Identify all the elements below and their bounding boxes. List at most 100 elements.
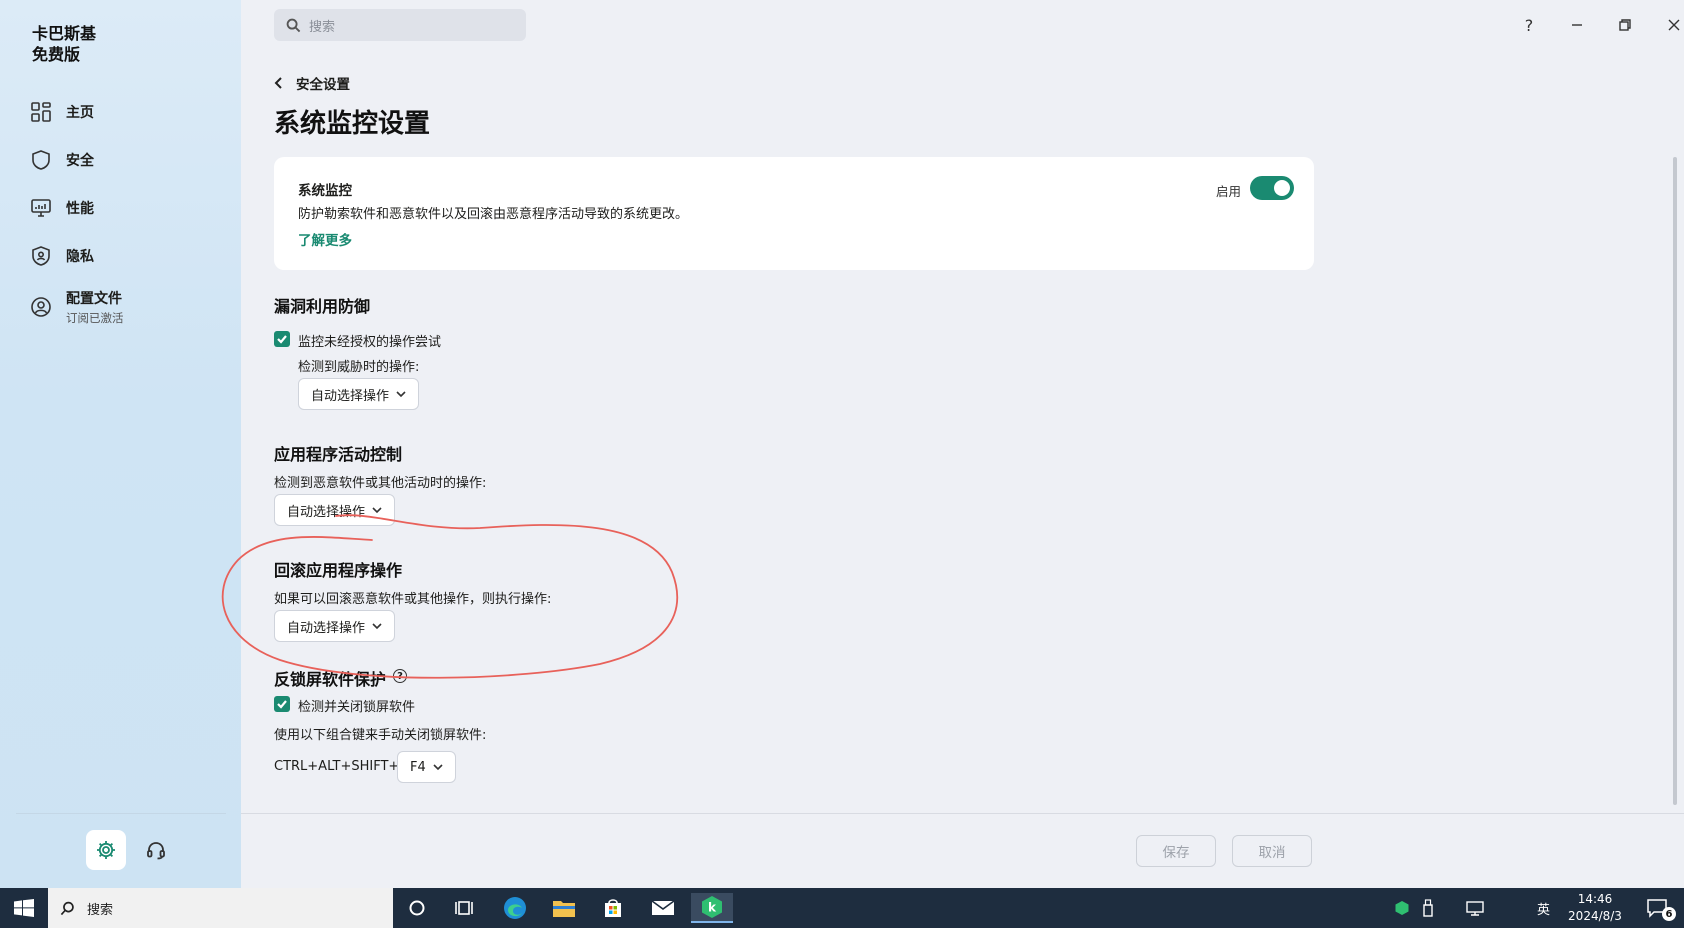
combo-prefix: CTRL+ALT+SHIFT+	[274, 759, 400, 774]
clock-time: 14:46	[1577, 892, 1613, 906]
search-input[interactable]: 搜索	[274, 9, 526, 41]
sidebar-divider	[16, 813, 226, 814]
sidebar-item-label: 隐私	[66, 249, 94, 265]
dropdown-value: 自动选择操作	[287, 504, 366, 520]
mail-icon[interactable]	[642, 893, 684, 923]
settings-button[interactable]	[86, 830, 126, 870]
task-view-icon[interactable]	[443, 893, 485, 923]
file-explorer-icon[interactable]	[543, 893, 585, 923]
store-icon[interactable]	[592, 893, 634, 923]
restore-button[interactable]	[1610, 12, 1640, 38]
support-button[interactable]	[136, 830, 176, 870]
windows-start-icon[interactable]	[14, 899, 34, 917]
main-content: 搜索 ? 安全设置 系统监控设置 系统监控 防护勒索软件和恶意软件以及回滚由恶意…	[241, 0, 1684, 888]
check-icon	[277, 335, 287, 344]
chevron-down-icon	[396, 391, 406, 398]
scrollbar[interactable]	[1673, 157, 1677, 805]
monitor-icon	[28, 195, 54, 221]
sidebar-item-performance[interactable]: 性能	[28, 184, 228, 232]
dropdown-value: 自动选择操作	[311, 388, 390, 404]
sidebar-item-label: 性能	[66, 201, 94, 217]
taskbar-clock[interactable]: 14:46 2024/8/3	[1560, 891, 1630, 925]
help-label: ?	[1524, 15, 1534, 35]
taskbar: 搜索 k 英 14:46 2024/8/3 6	[0, 888, 1684, 928]
notification-icon[interactable]: 6	[1637, 893, 1677, 923]
shield-icon	[28, 147, 54, 173]
sidebar-item-label: 配置文件 订阅已激活	[66, 288, 124, 326]
save-button[interactable]: 保存	[1136, 835, 1216, 867]
anti-locker-heading: 反锁屏软件保护	[274, 670, 387, 689]
learn-more-link[interactable]: 了解更多	[298, 229, 352, 249]
check-icon	[277, 700, 287, 709]
kaspersky-tray-icon[interactable]	[1389, 893, 1415, 923]
help-button[interactable]: ?	[1514, 12, 1544, 38]
card-description: 防护勒索软件和恶意软件以及回滚由恶意程序活动导致的系统更改。	[298, 207, 689, 222]
combo-label: 使用以下组合键来手动关闭锁屏软件:	[274, 728, 487, 743]
app-control-action-dropdown[interactable]: 自动选择操作	[274, 494, 396, 526]
exploit-action-label: 检测到威胁时的操作:	[298, 360, 420, 375]
chevron-down-icon	[372, 623, 382, 630]
taskbar-search-input[interactable]: 搜索	[48, 888, 393, 928]
anti-locker-checkbox[interactable]	[274, 696, 290, 712]
dropdown-value: F4	[410, 759, 426, 775]
sidebar-nav: 主页 安全 性能 隐私 配置文件 订阅已激活	[28, 88, 228, 334]
exploit-checkbox[interactable]	[274, 331, 290, 347]
sidebar-item-security[interactable]: 安全	[28, 136, 228, 184]
close-button[interactable]	[1659, 12, 1684, 38]
sidebar-item-privacy[interactable]: 隐私	[28, 232, 228, 280]
gear-icon	[97, 841, 115, 859]
app-control-action-label: 检测到恶意软件或其他活动时的操作:	[274, 476, 487, 491]
sidebar-item-label: 主页	[66, 105, 94, 121]
kaspersky-app-icon[interactable]: k	[691, 893, 733, 923]
minimize-icon	[1572, 24, 1582, 26]
restore-icon	[1619, 19, 1631, 31]
edge-browser-icon[interactable]	[494, 893, 536, 923]
anti-locker-checkbox-label: 检测并关闭锁屏软件	[298, 700, 416, 715]
taskbar-search-text: 搜索	[87, 902, 114, 918]
toggle-label: 启用	[1216, 184, 1242, 199]
notification-count: 6	[1662, 907, 1676, 921]
system-monitor-card: 系统监控 防护勒索软件和恶意软件以及回滚由恶意程序活动导致的系统更改。 了解更多…	[274, 157, 1314, 270]
chevron-down-icon	[372, 507, 382, 514]
clock-date: 2024/8/3	[1568, 909, 1622, 923]
chevron-left-icon	[274, 77, 282, 89]
search-icon	[60, 901, 74, 915]
rollback-heading: 回滚应用程序操作	[274, 561, 403, 580]
chevron-down-icon	[433, 764, 443, 771]
card-title: 系统监控	[298, 183, 352, 199]
sidebar: 卡巴斯基 免费版 主页 安全 性能 隐私 配置文件 订阅已激活	[0, 0, 241, 888]
network-icon[interactable]	[1458, 893, 1492, 923]
ime-indicator[interactable]: 英	[1537, 888, 1550, 928]
usb-device-icon[interactable]	[1415, 893, 1441, 923]
headset-icon	[147, 842, 165, 860]
brand-edition: 免费版	[32, 45, 81, 64]
cortana-icon[interactable]	[396, 893, 438, 923]
close-icon	[1668, 19, 1680, 31]
minimize-button[interactable]	[1562, 12, 1592, 38]
brand-title: 卡巴斯基 免费版	[32, 23, 96, 65]
breadcrumb[interactable]: 安全设置	[274, 73, 350, 93]
footer-divider	[241, 813, 1684, 814]
rollback-action-dropdown[interactable]: 自动选择操作	[274, 610, 396, 642]
combo-key-dropdown[interactable]: F4	[397, 751, 456, 783]
dropdown-value: 自动选择操作	[287, 620, 366, 636]
page-title: 系统监控设置	[274, 109, 431, 139]
brand-name: 卡巴斯基	[32, 24, 97, 43]
privacy-shield-icon	[28, 243, 54, 269]
cancel-button[interactable]: 取消	[1232, 835, 1312, 867]
system-monitor-toggle[interactable]	[1250, 176, 1294, 200]
grid-icon	[28, 99, 54, 125]
search-placeholder: 搜索	[309, 19, 336, 35]
user-circle-icon	[28, 294, 54, 320]
exploit-action-dropdown[interactable]: 自动选择操作	[298, 378, 420, 410]
app-control-heading: 应用程序活动控制	[274, 445, 403, 464]
help-circle-icon[interactable]: ?	[393, 669, 407, 683]
rollback-action-label: 如果可以回滚恶意软件或其他操作，则执行操作:	[274, 592, 552, 607]
sidebar-item-home[interactable]: 主页	[28, 88, 228, 136]
profile-label: 配置文件	[66, 291, 122, 307]
breadcrumb-back-label: 安全设置	[296, 77, 350, 93]
exploit-checkbox-label: 监控未经授权的操作尝试	[298, 335, 442, 350]
sidebar-item-label: 安全	[66, 153, 94, 169]
sidebar-item-profile[interactable]: 配置文件 订阅已激活	[28, 280, 228, 334]
exploit-heading: 漏洞利用防御	[274, 297, 371, 316]
